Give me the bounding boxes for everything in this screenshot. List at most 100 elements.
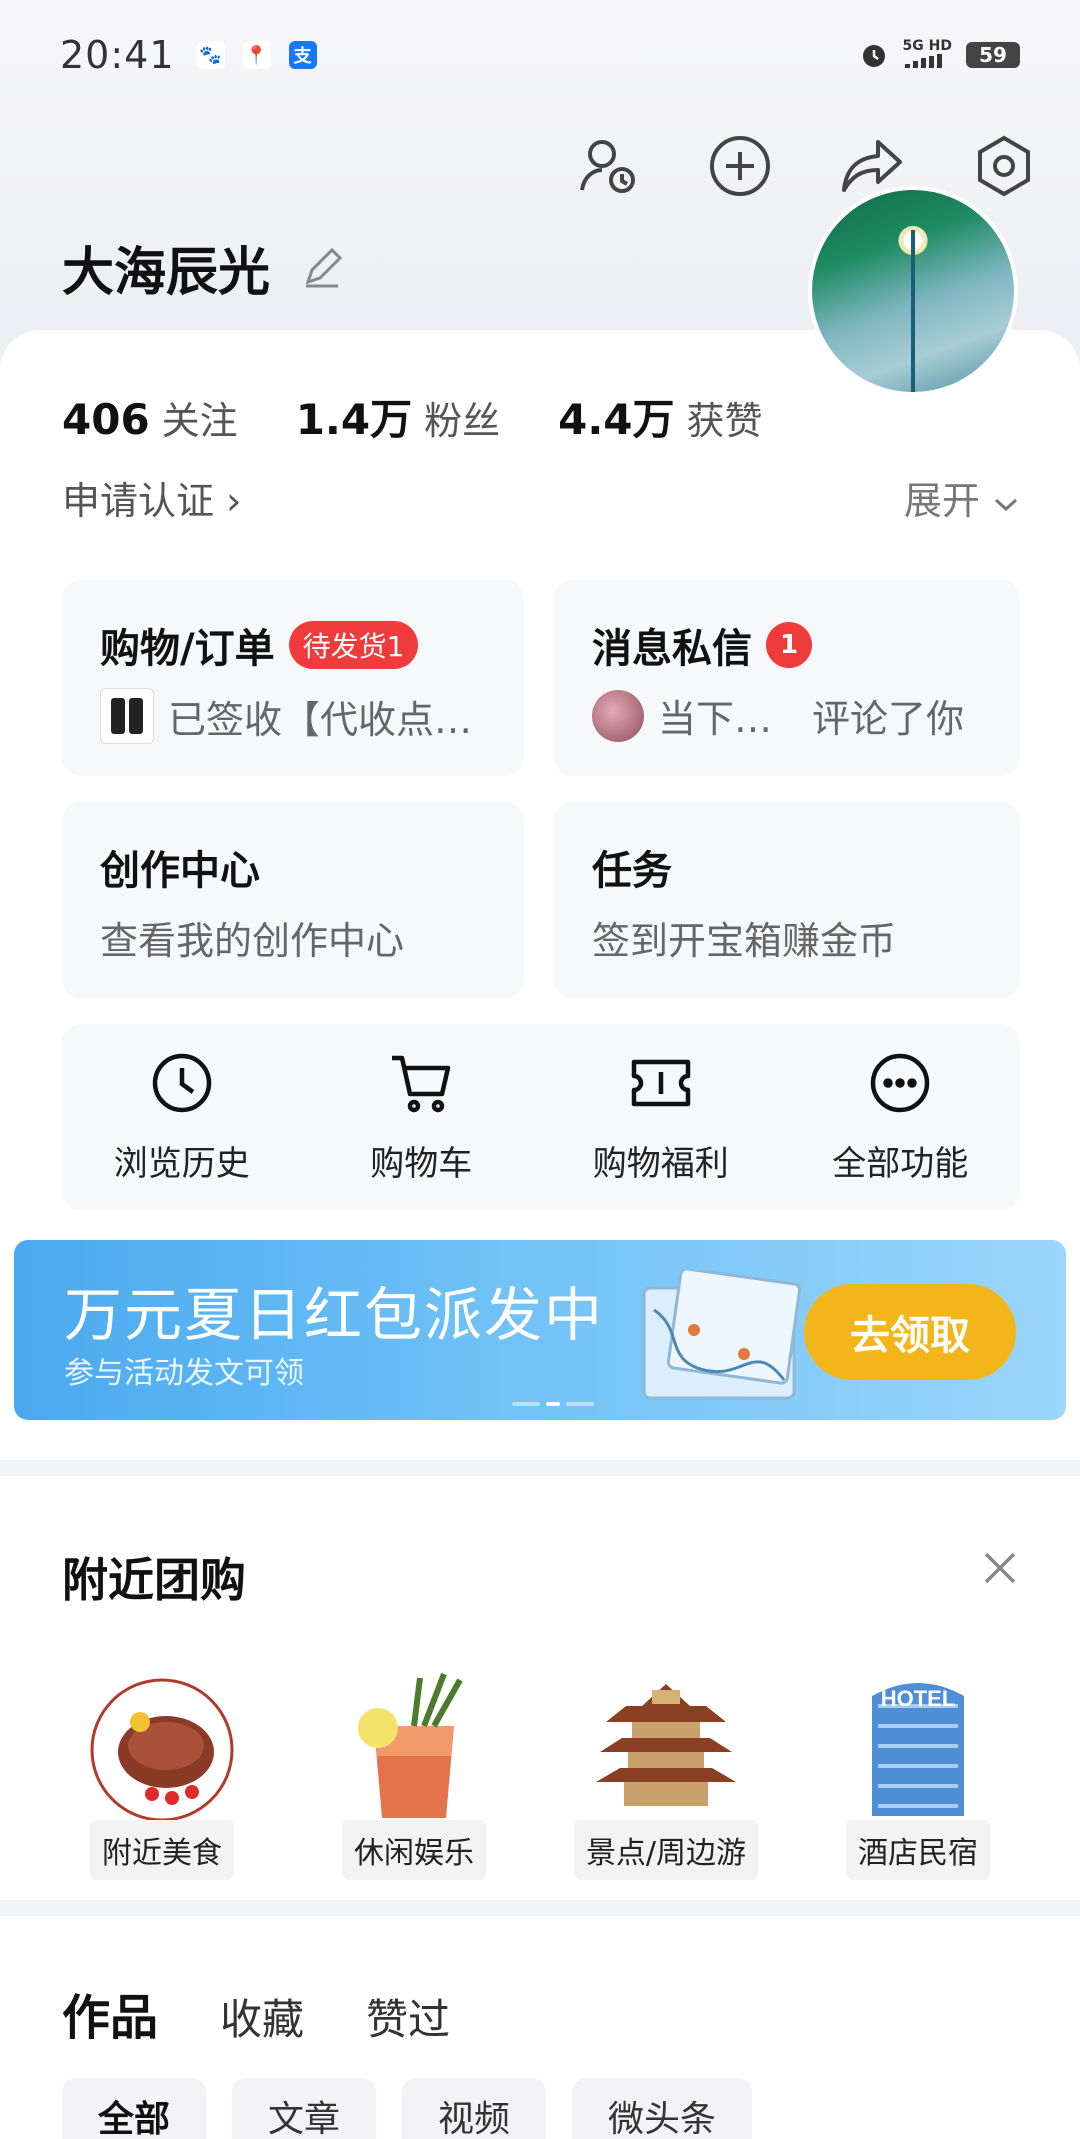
claim-button[interactable]: 去领取 <box>804 1284 1016 1380</box>
nearby-scenic-item[interactable]: 景点/周边游 <box>566 1666 766 1880</box>
tasks-sub: 签到开宝箱赚金币 <box>592 919 897 963</box>
network-label: 5G HD <box>902 37 952 54</box>
tasks-title: 任务 <box>592 848 672 894</box>
avatar[interactable] <box>808 186 1018 396</box>
message-action-text: 评论了你 <box>812 697 965 741</box>
stat-number: 4.4万 <box>558 395 675 444</box>
ticket-icon <box>631 1059 690 1106</box>
profile-name-row: 大海辰光 <box>62 230 344 305</box>
orders-tile[interactable]: 购物/订单 待发货1 已签收【代收点… <box>62 580 524 776</box>
tab-favorites[interactable]: 收藏 <box>220 1986 304 2047</box>
nearby-title: 附近团购 <box>62 1553 246 1607</box>
signal-icon <box>905 53 943 68</box>
stat-number: 1.4万 <box>295 395 413 444</box>
nearby-label: 休闲娱乐 <box>342 1820 486 1880</box>
pending-shipment-badge: 待发货1 <box>288 621 419 669</box>
banner-dot <box>566 1402 594 1406</box>
stat-label: 粉丝 <box>424 399 501 443</box>
nearby-food-item[interactable]: 附近美食 <box>62 1666 262 1880</box>
map-illustration-icon <box>642 1270 802 1400</box>
stat-likes[interactable]: 4.4万 获赞 <box>558 386 762 447</box>
quick-functions-row: 浏览历史 购物车 购物福利 全部功能 <box>62 1024 1020 1210</box>
banner-dot-active <box>546 1402 560 1406</box>
stat-label: 关注 <box>161 399 238 443</box>
nearby-hotel-item[interactable]: HOTEL 酒店民宿 <box>818 1666 1018 1880</box>
messages-sub-row: 当下… 评论了你 <box>592 688 964 743</box>
browse-history-button[interactable]: 浏览历史 <box>62 1024 302 1210</box>
shopping-cart-button[interactable]: 购物车 <box>302 1024 542 1210</box>
works-tabs: 作品 收藏 赞过 <box>62 1978 450 2048</box>
map-pin-icon: 📍 <box>242 41 271 69</box>
unread-badge: 1 <box>766 622 812 668</box>
orders-title: 购物/订单 <box>100 626 275 672</box>
nearby-leisure-item[interactable]: 休闲娱乐 <box>314 1666 514 1880</box>
close-icon[interactable] <box>980 1548 1020 1588</box>
expand-toggle[interactable]: 展开 <box>904 470 1020 525</box>
banner-dot <box>512 1402 540 1406</box>
works-filter-chips: 全部 文章 视频 微头条 <box>62 2078 753 2139</box>
banner-subtitle: 参与活动发文可领 <box>64 1356 304 1391</box>
nearby-categories: 附近美食 休闲娱乐 景点/周边游 HOTEL 酒店民宿 <box>62 1666 1018 1880</box>
tab-liked[interactable]: 赞过 <box>366 1986 450 2047</box>
status-app-icons: 🐾 📍 支 <box>196 41 317 69</box>
orders-sub-row: 已签收【代收点… <box>100 688 472 744</box>
apply-verification-link[interactable]: 申请认证 › <box>62 470 241 525</box>
alipay-icon: 支 <box>288 41 317 69</box>
stat-number: 406 <box>62 395 150 444</box>
chip-micro-posts[interactable]: 微头条 <box>572 2078 753 2139</box>
quick-label: 浏览历史 <box>113 1143 250 1184</box>
add-circle-icon[interactable] <box>704 130 776 202</box>
hotel-building-icon: HOTEL <box>872 1683 964 1816</box>
tasks-tile[interactable]: 任务 签到开宝箱赚金币 <box>554 802 1020 998</box>
cart-icon <box>392 1055 451 1112</box>
product-thumbnail <box>100 688 154 744</box>
profile-name: 大海辰光 <box>62 243 271 303</box>
nearby-label: 附近美食 <box>90 1820 234 1880</box>
visitor-history-icon[interactable] <box>572 130 644 202</box>
chevron-down-icon <box>994 498 1018 512</box>
banner-pagination <box>512 1402 594 1406</box>
settings-icon[interactable] <box>968 130 1040 202</box>
creator-center-tile[interactable]: 创作中心 查看我的创作中心 <box>62 802 524 998</box>
chip-articles[interactable]: 文章 <box>232 2078 377 2139</box>
all-functions-button[interactable]: 全部功能 <box>781 1024 1021 1210</box>
more-icon <box>871 1053 930 1112</box>
creator-center-title: 创作中心 <box>100 848 260 894</box>
shopping-benefits-button[interactable]: 购物福利 <box>541 1024 781 1210</box>
chip-all[interactable]: 全部 <box>62 2078 207 2139</box>
stat-label: 获赞 <box>686 399 763 443</box>
orders-title-row: 购物/订单 待发货1 <box>100 616 419 674</box>
chip-videos[interactable]: 视频 <box>402 2078 547 2139</box>
status-right: 5G HD 59 <box>859 37 1020 72</box>
profile-stats: 406 关注 1.4万 粉丝 4.4万 获赞 <box>62 386 763 447</box>
svg-text:HOTEL: HOTEL <box>881 1686 956 1711</box>
tab-works[interactable]: 作品 <box>62 1978 158 2048</box>
edit-icon[interactable] <box>300 246 344 290</box>
works-section: 作品 收藏 赞过 全部 文章 视频 微头条 <box>0 1916 1080 2139</box>
messages-title: 消息私信 <box>592 626 752 672</box>
quick-label: 购物车 <box>370 1143 473 1184</box>
baidu-icon: 🐾 <box>196 41 225 69</box>
quick-label: 购物福利 <box>592 1143 729 1184</box>
nearby-label: 景点/周边游 <box>573 1820 759 1880</box>
quick-label: 全部功能 <box>832 1143 969 1184</box>
orders-status-text: 已签收【代收点… <box>168 697 473 742</box>
sender-name: 当下… <box>658 697 773 741</box>
cocktail-icon <box>358 1672 463 1818</box>
promo-banner[interactable]: 万元夏日红包派发中 参与活动发文可领 去领取 <box>14 1240 1066 1420</box>
clock-icon <box>152 1053 211 1112</box>
alarm-icon <box>862 45 885 67</box>
messages-tile[interactable]: 消息私信 1 当下… 评论了你 <box>554 580 1020 776</box>
creator-center-sub: 查看我的创作中心 <box>100 919 405 963</box>
network-indicator: 5G HD <box>902 37 952 72</box>
stat-following[interactable]: 406 关注 <box>62 390 238 445</box>
battery-indicator: 59 <box>966 42 1020 68</box>
nearby-label: 酒店民宿 <box>846 1820 990 1880</box>
status-time: 20:41 <box>60 33 175 77</box>
status-bar: 20:41 🐾 📍 支 5G HD 59 <box>0 0 1080 110</box>
stat-followers[interactable]: 1.4万 粉丝 <box>296 386 500 447</box>
pagoda-icon <box>596 1684 736 1806</box>
profile-top-actions <box>572 130 1040 202</box>
messages-title-row: 消息私信 1 <box>592 616 812 674</box>
banner-title: 万元夏日红包派发中 <box>64 1281 605 1349</box>
